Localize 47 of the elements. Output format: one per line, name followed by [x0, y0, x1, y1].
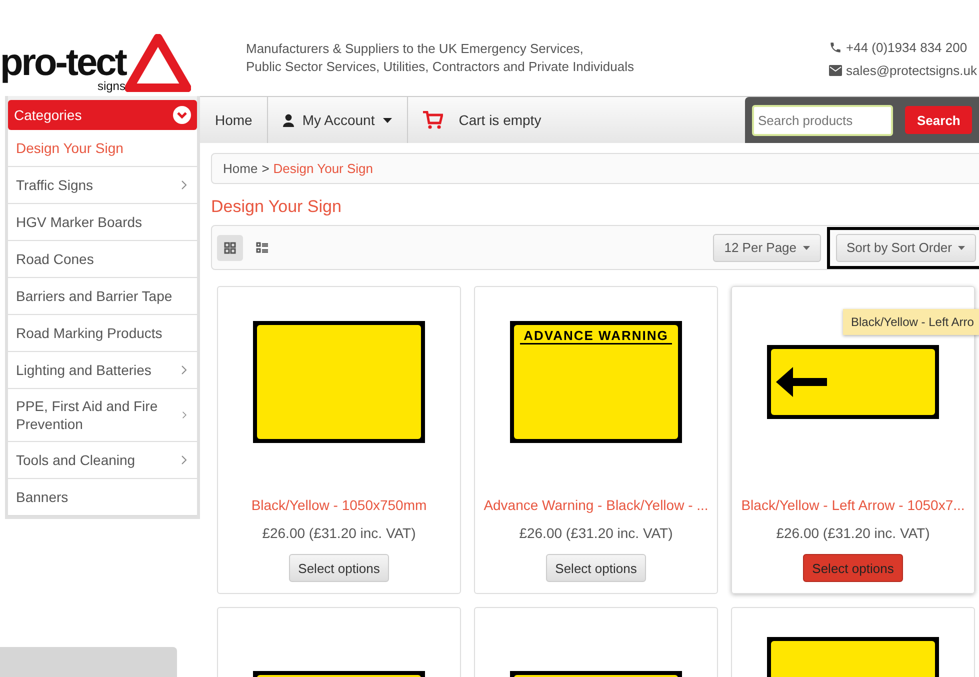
search-button[interactable]: Search [905, 106, 972, 134]
account-menu[interactable]: My Account [268, 97, 408, 143]
categories-header[interactable]: Categories [8, 100, 197, 130]
cart-icon [422, 111, 443, 129]
phone-number: +44 (0)1934 834 200 [846, 40, 968, 55]
category-item[interactable]: Road Cones [8, 241, 197, 278]
category-item[interactable]: Road Marking Products [8, 315, 197, 352]
category-item[interactable]: HGV Marker Boards [8, 204, 197, 241]
category-item[interactable]: PPE, First Aid and Fire Prevention [8, 389, 197, 442]
home-link[interactable]: Home [200, 97, 268, 143]
tagline-text: Manufacturers & Suppliers to the UK Emergency Services, [246, 40, 584, 58]
tooltip: Black/Yellow - Left Arro [843, 309, 979, 335]
logo[interactable]: pro-tect signs [0, 0, 246, 92]
sort-dropdown[interactable]: Sort by Sort Order [836, 234, 976, 262]
sign-drawing: ADVANCE WARNING [510, 321, 682, 443]
caret-icon [802, 246, 810, 250]
search-field[interactable]: Search products [752, 104, 893, 136]
category-item[interactable]: Barriers and Barrier Tape [8, 278, 197, 315]
phone-icon [829, 41, 842, 54]
product-price: £26.00 (£31.20 inc. VAT) [776, 525, 930, 541]
category-item[interactable]: Banners [8, 479, 197, 516]
select-options-button[interactable]: Select options [289, 554, 389, 582]
category-item[interactable]: Tools and Cleaning [8, 442, 197, 479]
caret-icon [958, 246, 965, 250]
caret-icon [382, 118, 392, 122]
page-title: Design Your Sign [211, 197, 342, 217]
email-link[interactable]: sales@protectsigns.uk [846, 63, 977, 78]
grid-view-button[interactable] [217, 234, 243, 260]
person-icon [283, 114, 294, 126]
breadcrumb-separator: > [262, 161, 270, 176]
product-name-link[interactable]: Black/Yellow - 1050x750mm [251, 497, 427, 513]
chevron-down-icon [173, 106, 191, 124]
per-page-dropdown[interactable]: 12 Per Page [713, 234, 821, 262]
mail-icon [829, 65, 842, 76]
tagline-text: Public Sector Services, Utilities, Contractors and Private Individuals [246, 58, 635, 76]
product-name-link[interactable]: Black/Yellow - Left Arrow - 1050x7... [741, 497, 965, 513]
product-price: £26.00 (£31.20 inc. VAT) [519, 525, 673, 541]
category-item[interactable]: Lighting and Batteries [8, 352, 197, 389]
cart-link[interactable]: Cart is empty [408, 97, 556, 143]
list-icon [256, 242, 268, 254]
category-item[interactable]: Design Your Sign [8, 130, 197, 167]
breadcrumb-link[interactable]: Home [223, 161, 258, 176]
product-price: £26.00 (£31.20 inc. VAT) [262, 525, 416, 541]
category-item[interactable]: Traffic Signs [8, 167, 197, 204]
product-name-link[interactable]: Advance Warning - Black/Yellow - ... [484, 497, 708, 513]
grid-icon [224, 242, 236, 254]
select-options-button[interactable]: Select options [546, 554, 646, 582]
